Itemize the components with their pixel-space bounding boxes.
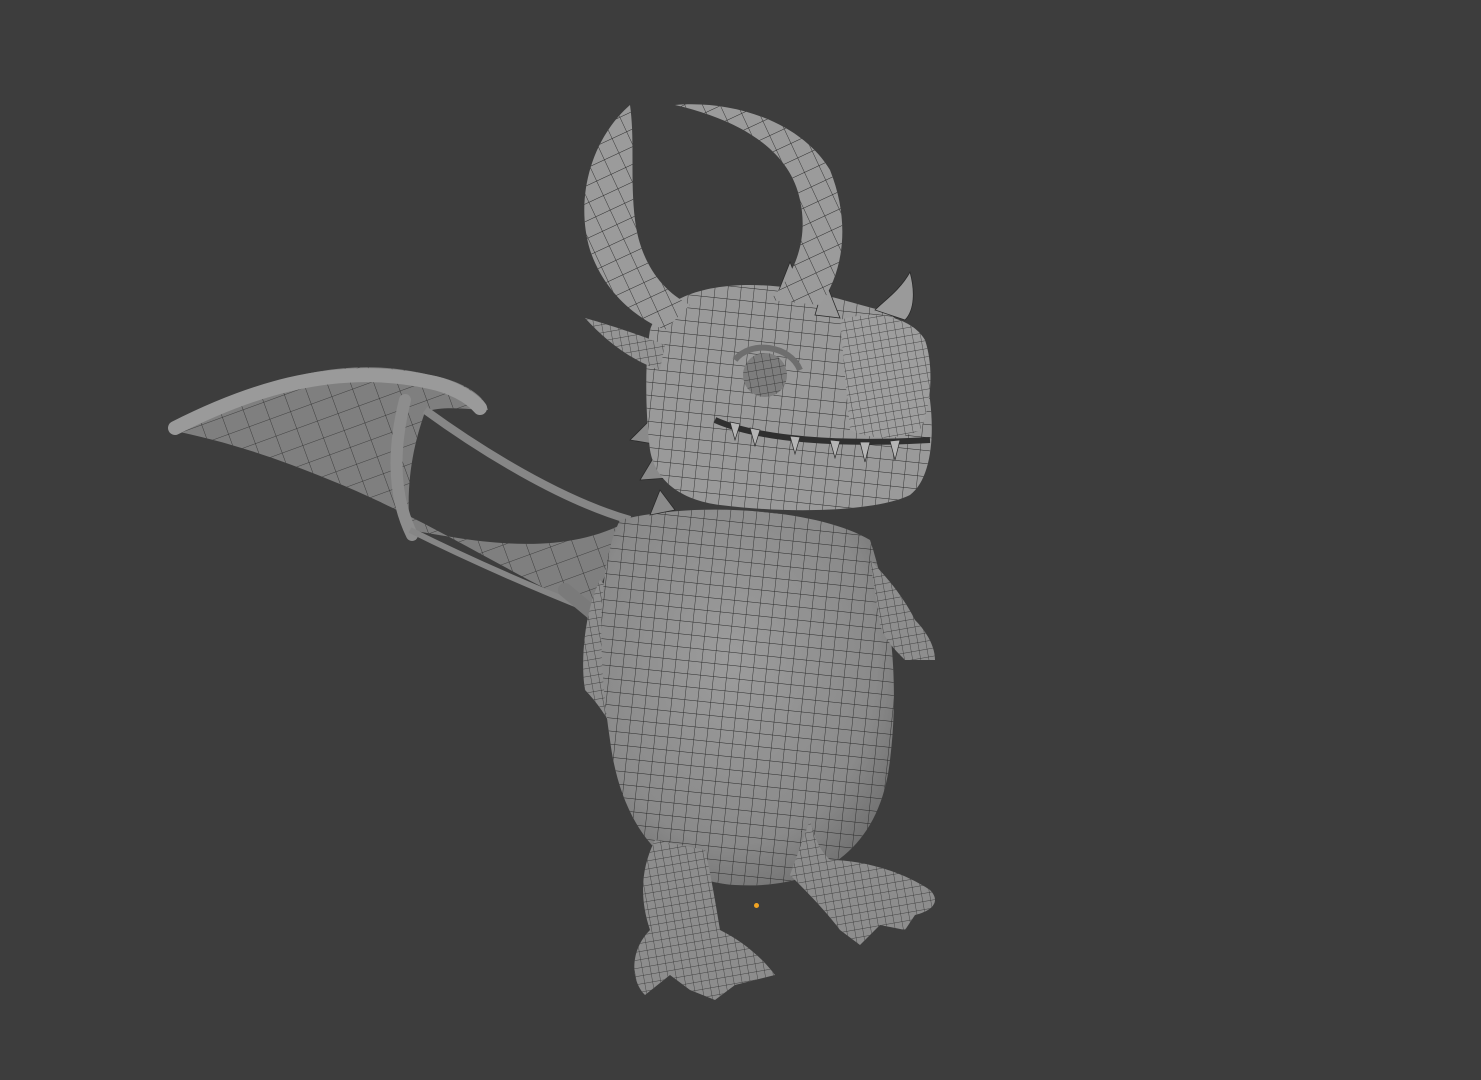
object-origin-icon[interactable]	[754, 903, 759, 908]
3d-viewport[interactable]	[0, 0, 1481, 1080]
dragon-mesh-icon[interactable]	[0, 0, 1481, 1080]
body	[601, 509, 894, 886]
head	[646, 285, 932, 511]
wing	[168, 367, 632, 622]
